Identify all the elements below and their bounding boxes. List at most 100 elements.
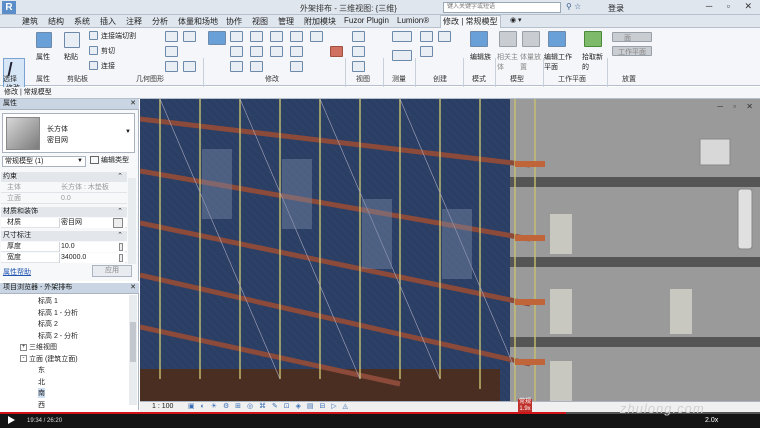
tree-item[interactable]: 标高 1	[38, 296, 58, 306]
browse-button[interactable]	[113, 218, 123, 228]
window-controls[interactable]: ─ ▫ ✕	[706, 1, 758, 12]
expand-icon[interactable]: +	[20, 343, 27, 351]
geometry-icon-4[interactable]	[183, 31, 196, 42]
param-button[interactable]	[119, 254, 123, 262]
hide-icon[interactable]	[352, 31, 365, 42]
collapse-icon[interactable]: ⌃	[117, 207, 123, 217]
scale-icon[interactable]	[250, 61, 263, 72]
type-selector[interactable]: 长方体 密目网 ▼	[2, 113, 135, 153]
edit-type-button[interactable]: 编辑类型	[90, 156, 129, 166]
create-similar-icon[interactable]	[420, 46, 433, 57]
delete-icon[interactable]	[330, 46, 343, 57]
prop-row-thickness[interactable]: 厚度 10.0	[1, 242, 127, 252]
browser-scroll-thumb[interactable]	[130, 322, 136, 362]
tab-collaborate[interactable]: 协作	[226, 16, 242, 27]
align-icon[interactable]	[208, 31, 226, 45]
scissors-icon[interactable]	[89, 46, 98, 55]
prop-row-material[interactable]: 材质 密目网	[1, 218, 127, 228]
close-icon[interactable]: ✕	[130, 283, 136, 293]
pick-new-icon[interactable]	[584, 31, 602, 47]
copy-icon[interactable]	[250, 46, 263, 57]
dimension-icon[interactable]	[392, 50, 412, 61]
play-icon[interactable]	[8, 416, 15, 424]
viewport-window-controls[interactable]: ─ ▫ ✕	[717, 102, 757, 111]
edit-family-icon[interactable]	[470, 31, 488, 47]
viewcube-icon[interactable]	[699, 138, 731, 166]
properties-help-link[interactable]: 属性帮助	[3, 267, 31, 277]
array-icon[interactable]	[230, 61, 243, 72]
place-face-button[interactable]	[612, 32, 652, 42]
tab-systems[interactable]: 系统	[74, 16, 90, 27]
param-button[interactable]	[119, 243, 123, 251]
properties-icon[interactable]	[36, 32, 52, 48]
mirror-draw-icon[interactable]	[270, 31, 283, 42]
navigation-bar[interactable]	[737, 188, 753, 250]
section-constraints[interactable]: 约束 ⌃	[1, 172, 127, 182]
join-icon[interactable]	[89, 61, 98, 70]
tab-analyze[interactable]: 分析	[152, 16, 168, 27]
apply-button[interactable]: 应用	[92, 265, 132, 277]
tab-annotate[interactable]: 注释	[126, 16, 142, 27]
collapse-icon[interactable]: ⌃	[117, 172, 123, 182]
tree-item[interactable]: + 三维视图	[20, 342, 57, 352]
tab-structure[interactable]: 结构	[48, 16, 64, 27]
geometry-icon-1[interactable]	[165, 31, 178, 42]
join-label[interactable]: 连接	[101, 61, 115, 71]
measure-icon[interactable]	[392, 31, 412, 42]
geometry-icon-5[interactable]	[183, 61, 196, 72]
cut-join-label[interactable]: 连接端切割	[101, 31, 136, 41]
tab-view[interactable]: 视图	[252, 16, 268, 27]
tree-item[interactable]: 标高 2 - 分析	[38, 331, 78, 341]
3d-viewport[interactable]	[140, 99, 760, 401]
tree-item[interactable]: 东	[38, 365, 45, 375]
view-control-icons[interactable]: ▣ ◐ ☀ ⚙ ⊞ ◎ ⌘ ✎ ⊡ ◈ ▤ ⊟ ▷ ◬	[188, 402, 350, 412]
rotate-icon[interactable]	[270, 46, 283, 57]
section-dimensions[interactable]: 尺寸标注 ⌃	[1, 231, 127, 241]
playback-speed[interactable]: 2.0x	[705, 417, 718, 424]
override-icon[interactable]	[352, 46, 365, 57]
tree-item[interactable]: - 立面 (建筑立面)	[20, 354, 78, 364]
paste-icon[interactable]	[64, 32, 80, 48]
tab-addins[interactable]: 附加模块	[304, 16, 336, 27]
section-materials[interactable]: 材质和装饰 ⌃	[1, 207, 127, 217]
close-icon[interactable]: ✕	[130, 99, 136, 109]
properties-scrollbar[interactable]	[128, 178, 136, 264]
binoculars-icon[interactable]: ⚲ ☆	[566, 2, 581, 11]
geometry-icon-3[interactable]	[165, 61, 178, 72]
geometry-icon-2[interactable]	[165, 46, 178, 57]
chevron-down-icon[interactable]: ▼	[125, 129, 131, 135]
tab-lumion[interactable]: Lumion®	[397, 16, 429, 25]
login-button[interactable]: 登录	[608, 3, 624, 14]
tab-manage[interactable]: 管理	[278, 16, 294, 27]
tab-massing[interactable]: 体量和场地	[178, 16, 218, 27]
prop-value[interactable]: 10.0	[61, 242, 75, 252]
prop-value[interactable]: 34000.0	[61, 253, 86, 263]
mirror-axis-icon[interactable]	[250, 31, 263, 42]
create-group-icon[interactable]	[420, 31, 433, 42]
tree-item[interactable]: 标高 1 - 分析	[38, 308, 78, 318]
host-icon[interactable]	[499, 31, 517, 47]
instance-filter-dropdown[interactable]: 常规模型 (1) ▼	[2, 156, 86, 167]
prop-row-width[interactable]: 宽度 34000.0	[1, 253, 127, 263]
collapse-icon[interactable]: -	[20, 355, 27, 363]
trim-icon[interactable]	[290, 46, 303, 57]
tab-options-icon[interactable]: ◉ ▾	[510, 16, 522, 24]
tab-fuzor[interactable]: Fuzor Plugin	[344, 16, 389, 25]
revit-logo[interactable]: R	[2, 1, 16, 14]
view-icon[interactable]	[352, 61, 365, 72]
view-scale[interactable]: 1 : 100	[152, 402, 173, 412]
mass-icon[interactable]	[522, 31, 540, 47]
pin-icon[interactable]	[310, 31, 323, 42]
tab-architecture[interactable]: 建筑	[22, 16, 38, 27]
tree-item[interactable]: 西	[38, 400, 45, 410]
collapse-icon[interactable]: ⌃	[117, 231, 123, 241]
tab-modify-generic-model[interactable]: 修改 | 常规模型	[440, 15, 501, 28]
unpin-icon[interactable]	[290, 61, 303, 72]
split-icon[interactable]	[290, 31, 303, 42]
progress-fill[interactable]	[0, 412, 567, 414]
tab-insert[interactable]: 插入	[100, 16, 116, 27]
tree-item[interactable]: 南	[38, 388, 45, 398]
cut-label[interactable]: 剪切	[101, 46, 115, 56]
prop-value[interactable]: 密目网	[61, 218, 82, 228]
search-input[interactable]: 键入关键字或短语	[443, 2, 561, 13]
